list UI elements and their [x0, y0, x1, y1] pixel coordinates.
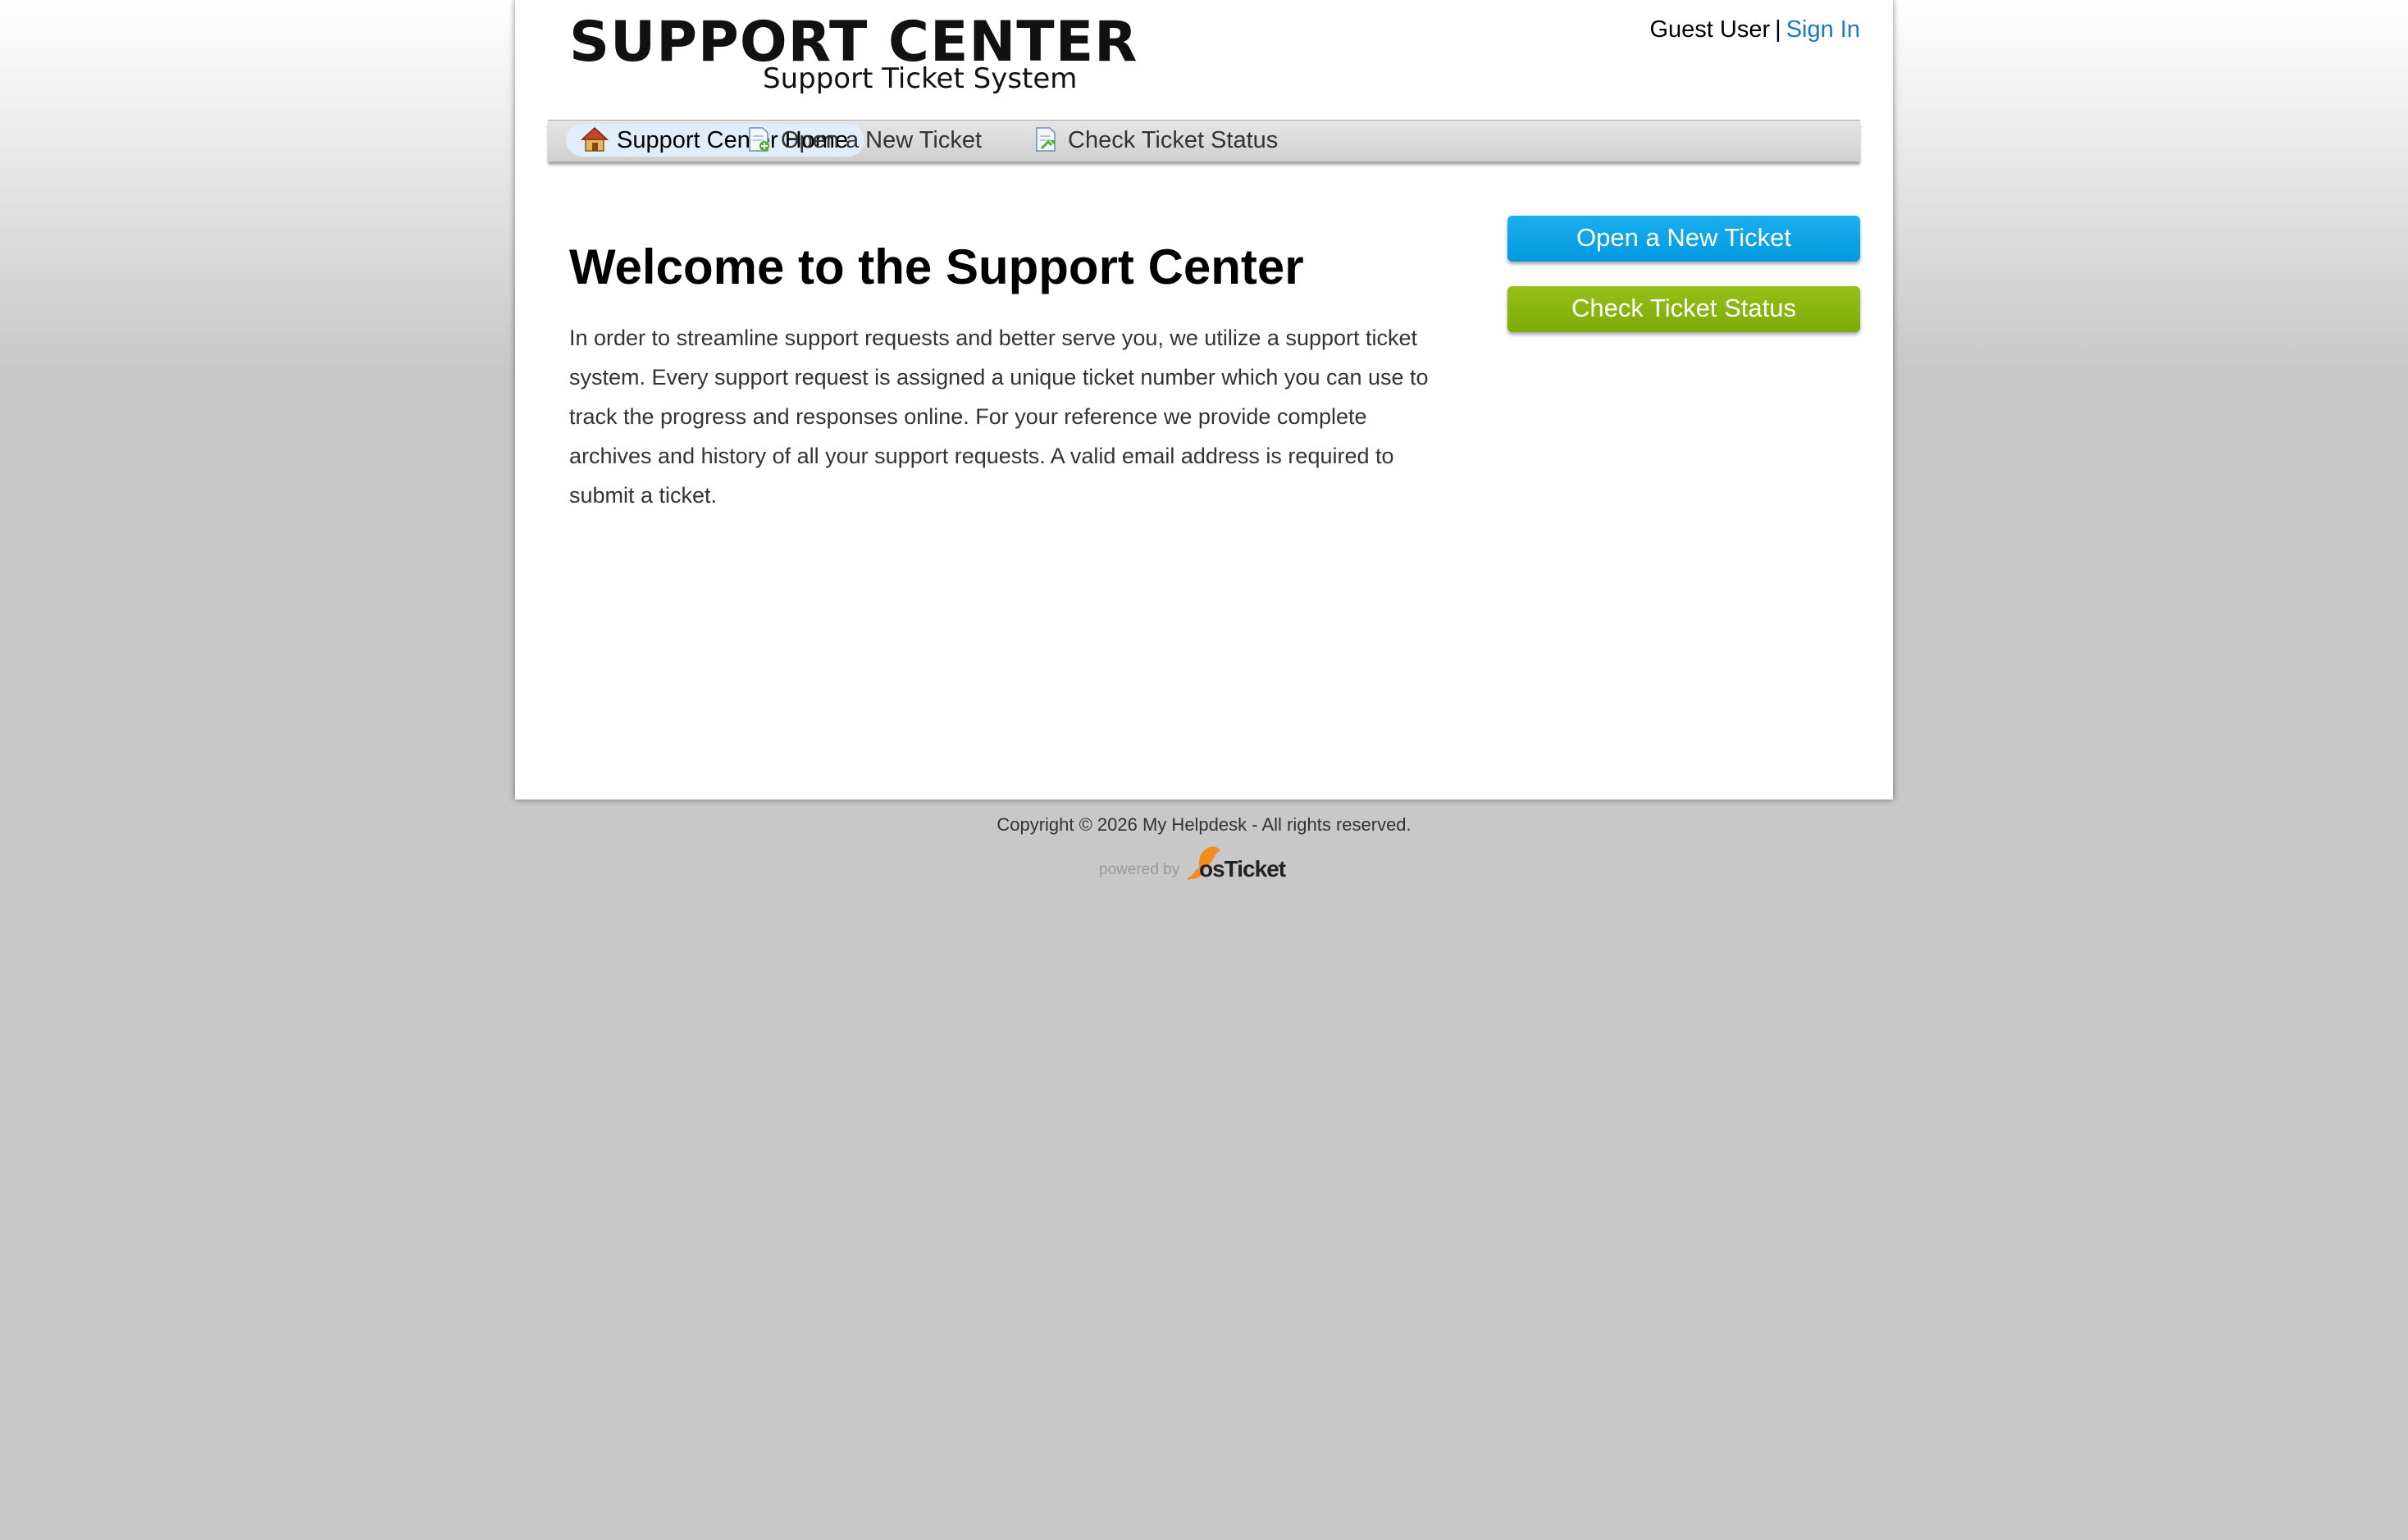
home-icon: [581, 127, 609, 153]
new-ticket-icon: [749, 127, 769, 153]
check-ticket-status-button[interactable]: Check Ticket Status: [1507, 286, 1860, 332]
copyright-text: Copyright © 2026 My Helpdesk - All right…: [996, 814, 1412, 835]
powered-by-label: powered by: [1099, 861, 1180, 878]
osticket-brand: osTicket: [1199, 856, 1286, 882]
main-nav: Support Center Home Open a New Ticket Ch…: [548, 120, 1860, 162]
logo-subtitle: Support Ticket System: [763, 62, 1078, 95]
footer: Copyright © 2026 My Helpdesk - All right…: [515, 812, 1893, 882]
nav-label-check-status: Check Ticket Status: [1068, 127, 1279, 153]
user-info: Guest User | Sign In: [1649, 15, 1860, 44]
user-separator: |: [1775, 16, 1781, 43]
guest-user-label: Guest User: [1649, 16, 1771, 43]
nav-label-new-ticket: Open a New Ticket: [781, 127, 982, 153]
welcome-text: In order to streamline support requests …: [569, 326, 1429, 508]
open-new-ticket-button[interactable]: Open a New Ticket: [1507, 216, 1860, 262]
nav-item-check-status[interactable]: Check Ticket Status: [1017, 124, 1294, 157]
nav-item-new-ticket[interactable]: Open a New Ticket: [730, 124, 998, 157]
sign-in-link[interactable]: Sign In: [1786, 16, 1860, 43]
logo[interactable]: SUPPORT CENTER Support Ticket System: [569, 8, 1138, 98]
powered-by-link[interactable]: powered by osTicket: [515, 845, 1893, 882]
page-title: Welcome to the Support Center: [569, 239, 1304, 294]
ticket-status-icon: [1036, 127, 1056, 153]
page-container: SUPPORT CENTER Support Ticket System Gue…: [515, 0, 1893, 800]
